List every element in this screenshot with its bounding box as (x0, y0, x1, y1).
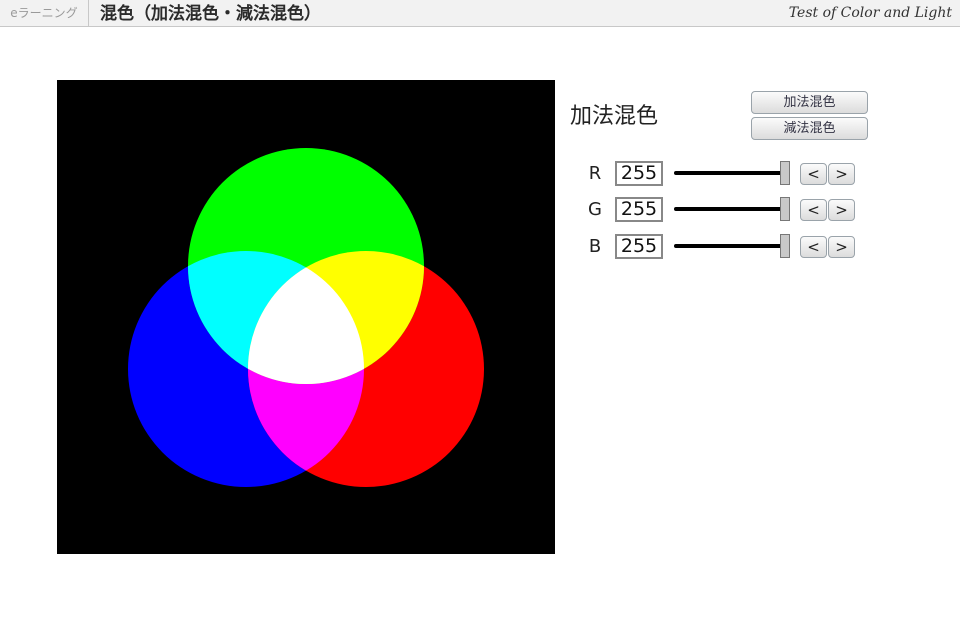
blue-decrement-button[interactable]: < (800, 236, 827, 258)
brand-label[interactable]: eラーニング (0, 0, 89, 26)
color-mixing-canvas (57, 80, 555, 554)
red-increment-button[interactable]: > (828, 163, 855, 185)
blue-channel-label: B (588, 236, 602, 257)
blue-value-field[interactable]: 255 (615, 234, 663, 259)
additive-mix-button[interactable]: 加法混色 (751, 91, 868, 114)
red-channel-row: R 255 < > (585, 161, 865, 187)
red-value-field[interactable]: 255 (615, 161, 663, 186)
header-bar: eラーニング 混色（加法混色・減法混色） Test of Color and L… (0, 0, 960, 27)
blue-slider-track[interactable] (674, 244, 790, 248)
red-decrement-button[interactable]: < (800, 163, 827, 185)
page-subtitle: Test of Color and Light (788, 5, 952, 21)
subtractive-mix-button[interactable]: 減法混色 (751, 117, 868, 140)
red-slider-track[interactable] (674, 171, 790, 175)
mode-label: 加法混色 (570, 104, 659, 129)
page-title: 混色（加法混色・減法混色） (100, 4, 321, 24)
green-slider-thumb[interactable] (780, 197, 790, 221)
blue-increment-button[interactable]: > (828, 236, 855, 258)
green-value-field[interactable]: 255 (615, 197, 663, 222)
green-increment-button[interactable]: > (828, 199, 855, 221)
green-slider-track[interactable] (674, 207, 790, 211)
blue-channel-row: B 255 < > (585, 234, 865, 260)
green-channel-label: G (588, 199, 602, 220)
red-slider-thumb[interactable] (780, 161, 790, 185)
blue-slider-thumb[interactable] (780, 234, 790, 258)
venn-diagram (57, 80, 555, 554)
red-channel-label: R (588, 163, 602, 184)
green-channel-row: G 255 < > (585, 197, 865, 223)
green-decrement-button[interactable]: < (800, 199, 827, 221)
